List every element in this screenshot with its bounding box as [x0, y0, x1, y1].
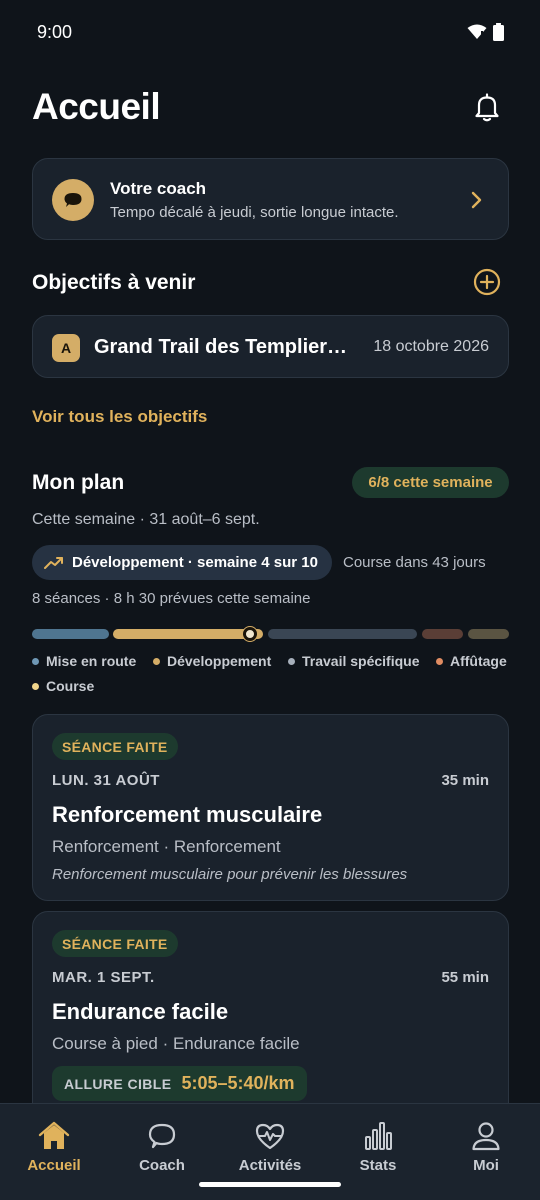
legend-item: Travail spécifique: [288, 653, 420, 669]
status-time: 9:00: [37, 22, 73, 42]
bar-chart-icon: [365, 1122, 392, 1150]
phase-bar-mise-en-route: [32, 629, 109, 639]
target-pace-label: ALLURE CIBLE: [64, 1075, 172, 1092]
legend-label: Travail spécifique: [302, 653, 420, 669]
add-goal-icon[interactable]: [473, 268, 501, 296]
legend-item: Affûtage: [436, 653, 507, 669]
legend-label: Course: [46, 678, 95, 694]
goal-priority-badge: A: [52, 334, 80, 362]
phase-bar-travail-specifique: [268, 629, 417, 639]
chat-icon: [148, 1123, 176, 1149]
nav-label: Accueil: [27, 1157, 81, 1174]
coach-avatar: [52, 179, 94, 221]
see-all-goals-link[interactable]: Voir tous les objectifs: [32, 407, 207, 427]
legend-label: Développement: [167, 653, 272, 669]
notification-bell-icon[interactable]: [470, 90, 504, 124]
home-icon: [38, 1121, 70, 1149]
week-progress-badge: 6/8 cette semaine: [352, 467, 509, 498]
goal-card[interactable]: A Grand Trail des Templiers (… 18 octobr…: [32, 315, 509, 378]
legend-dot: [436, 657, 443, 665]
plan-week-range: Cette semaine · 31 août–6 sept.: [32, 511, 260, 528]
session-title: Renforcement musculaire: [52, 802, 323, 827]
home-indicator[interactable]: [199, 1182, 341, 1187]
heart-pulse-icon: [255, 1123, 285, 1150]
nav-label: Coach: [139, 1157, 185, 1174]
coach-card[interactable]: Votre coach Tempo décalé à jeudi, sortie…: [32, 158, 509, 240]
goal-date: 18 octobre 2026: [373, 338, 489, 355]
phase-bar-developpement: [113, 629, 263, 639]
legend-dot: [32, 682, 39, 690]
session-duration: 55 min: [441, 969, 489, 986]
wifi-icon: [467, 24, 487, 39]
phase-bar-affutage: [422, 629, 463, 639]
phase-label: Développement · semaine 4 sur 10: [72, 554, 318, 571]
target-pace-pill: ALLURE CIBLE 5:05–5:40/km: [52, 1066, 307, 1101]
chat-bubble-icon: [64, 193, 82, 207]
trending-up-icon: [44, 556, 63, 569]
nav-label: Moi: [473, 1157, 499, 1174]
user-icon: [472, 1122, 500, 1151]
legend-dot: [32, 657, 39, 665]
legend-label: Affûtage: [450, 653, 507, 669]
nav-label: Activités: [238, 1157, 302, 1174]
target-pace-value: 5:05–5:40/km: [181, 1073, 295, 1093]
session-subtitle: Course à pied · Endurance facile: [52, 1034, 300, 1053]
battery-icon: [493, 23, 504, 41]
session-status-badge: SÉANCE FAITE: [52, 930, 178, 957]
page-title: Accueil: [32, 86, 161, 127]
legend-label: Mise en route: [46, 653, 137, 669]
nav-label: Stats: [359, 1157, 397, 1174]
session-title: Endurance facile: [52, 999, 229, 1024]
nav-item-moi[interactable]: Moi: [432, 1104, 540, 1200]
sessions-summary: 8 séances · 8 h 30 prévues cette semaine: [32, 590, 311, 607]
session-duration: 35 min: [441, 772, 489, 789]
phase-bar-course: [468, 629, 509, 639]
phase-pill[interactable]: Développement · semaine 4 sur 10: [32, 545, 332, 580]
status-bar: 9:00: [0, 0, 540, 66]
session-date: MAR. 1 SEPT.: [52, 969, 155, 986]
goal-name: Grand Trail des Templiers (…: [94, 336, 356, 358]
session-subtitle: Renforcement · Renforcement: [52, 837, 281, 856]
legend-item: Mise en route: [32, 653, 136, 669]
status-icons: [467, 23, 504, 41]
legend-item: Développement: [153, 653, 271, 669]
session-status-badge: SÉANCE FAITE: [52, 733, 178, 760]
nav-item-accueil[interactable]: Accueil: [0, 1104, 108, 1200]
legend-dot: [153, 657, 160, 665]
legend-item: Course: [32, 678, 94, 694]
session-date: LUN. 31 AOÛT: [52, 772, 160, 789]
plan-section-title: Mon plan: [32, 471, 125, 494]
race-countdown: Course dans 43 jours: [343, 554, 486, 571]
current-week-marker: [243, 627, 257, 641]
session-description: Renforcement musculaire pour prévenir le…: [52, 866, 408, 883]
coach-title: Votre coach: [110, 179, 207, 198]
legend-dot: [288, 657, 295, 665]
goals-section-title: Objectifs à venir: [32, 271, 196, 294]
chevron-right-icon: [471, 191, 482, 209]
session-card[interactable]: SÉANCE FAITE LUN. 31 AOÛT 35 min Renforc…: [32, 714, 509, 901]
coach-message: Tempo décalé à jeudi, sortie longue inta…: [110, 204, 399, 221]
